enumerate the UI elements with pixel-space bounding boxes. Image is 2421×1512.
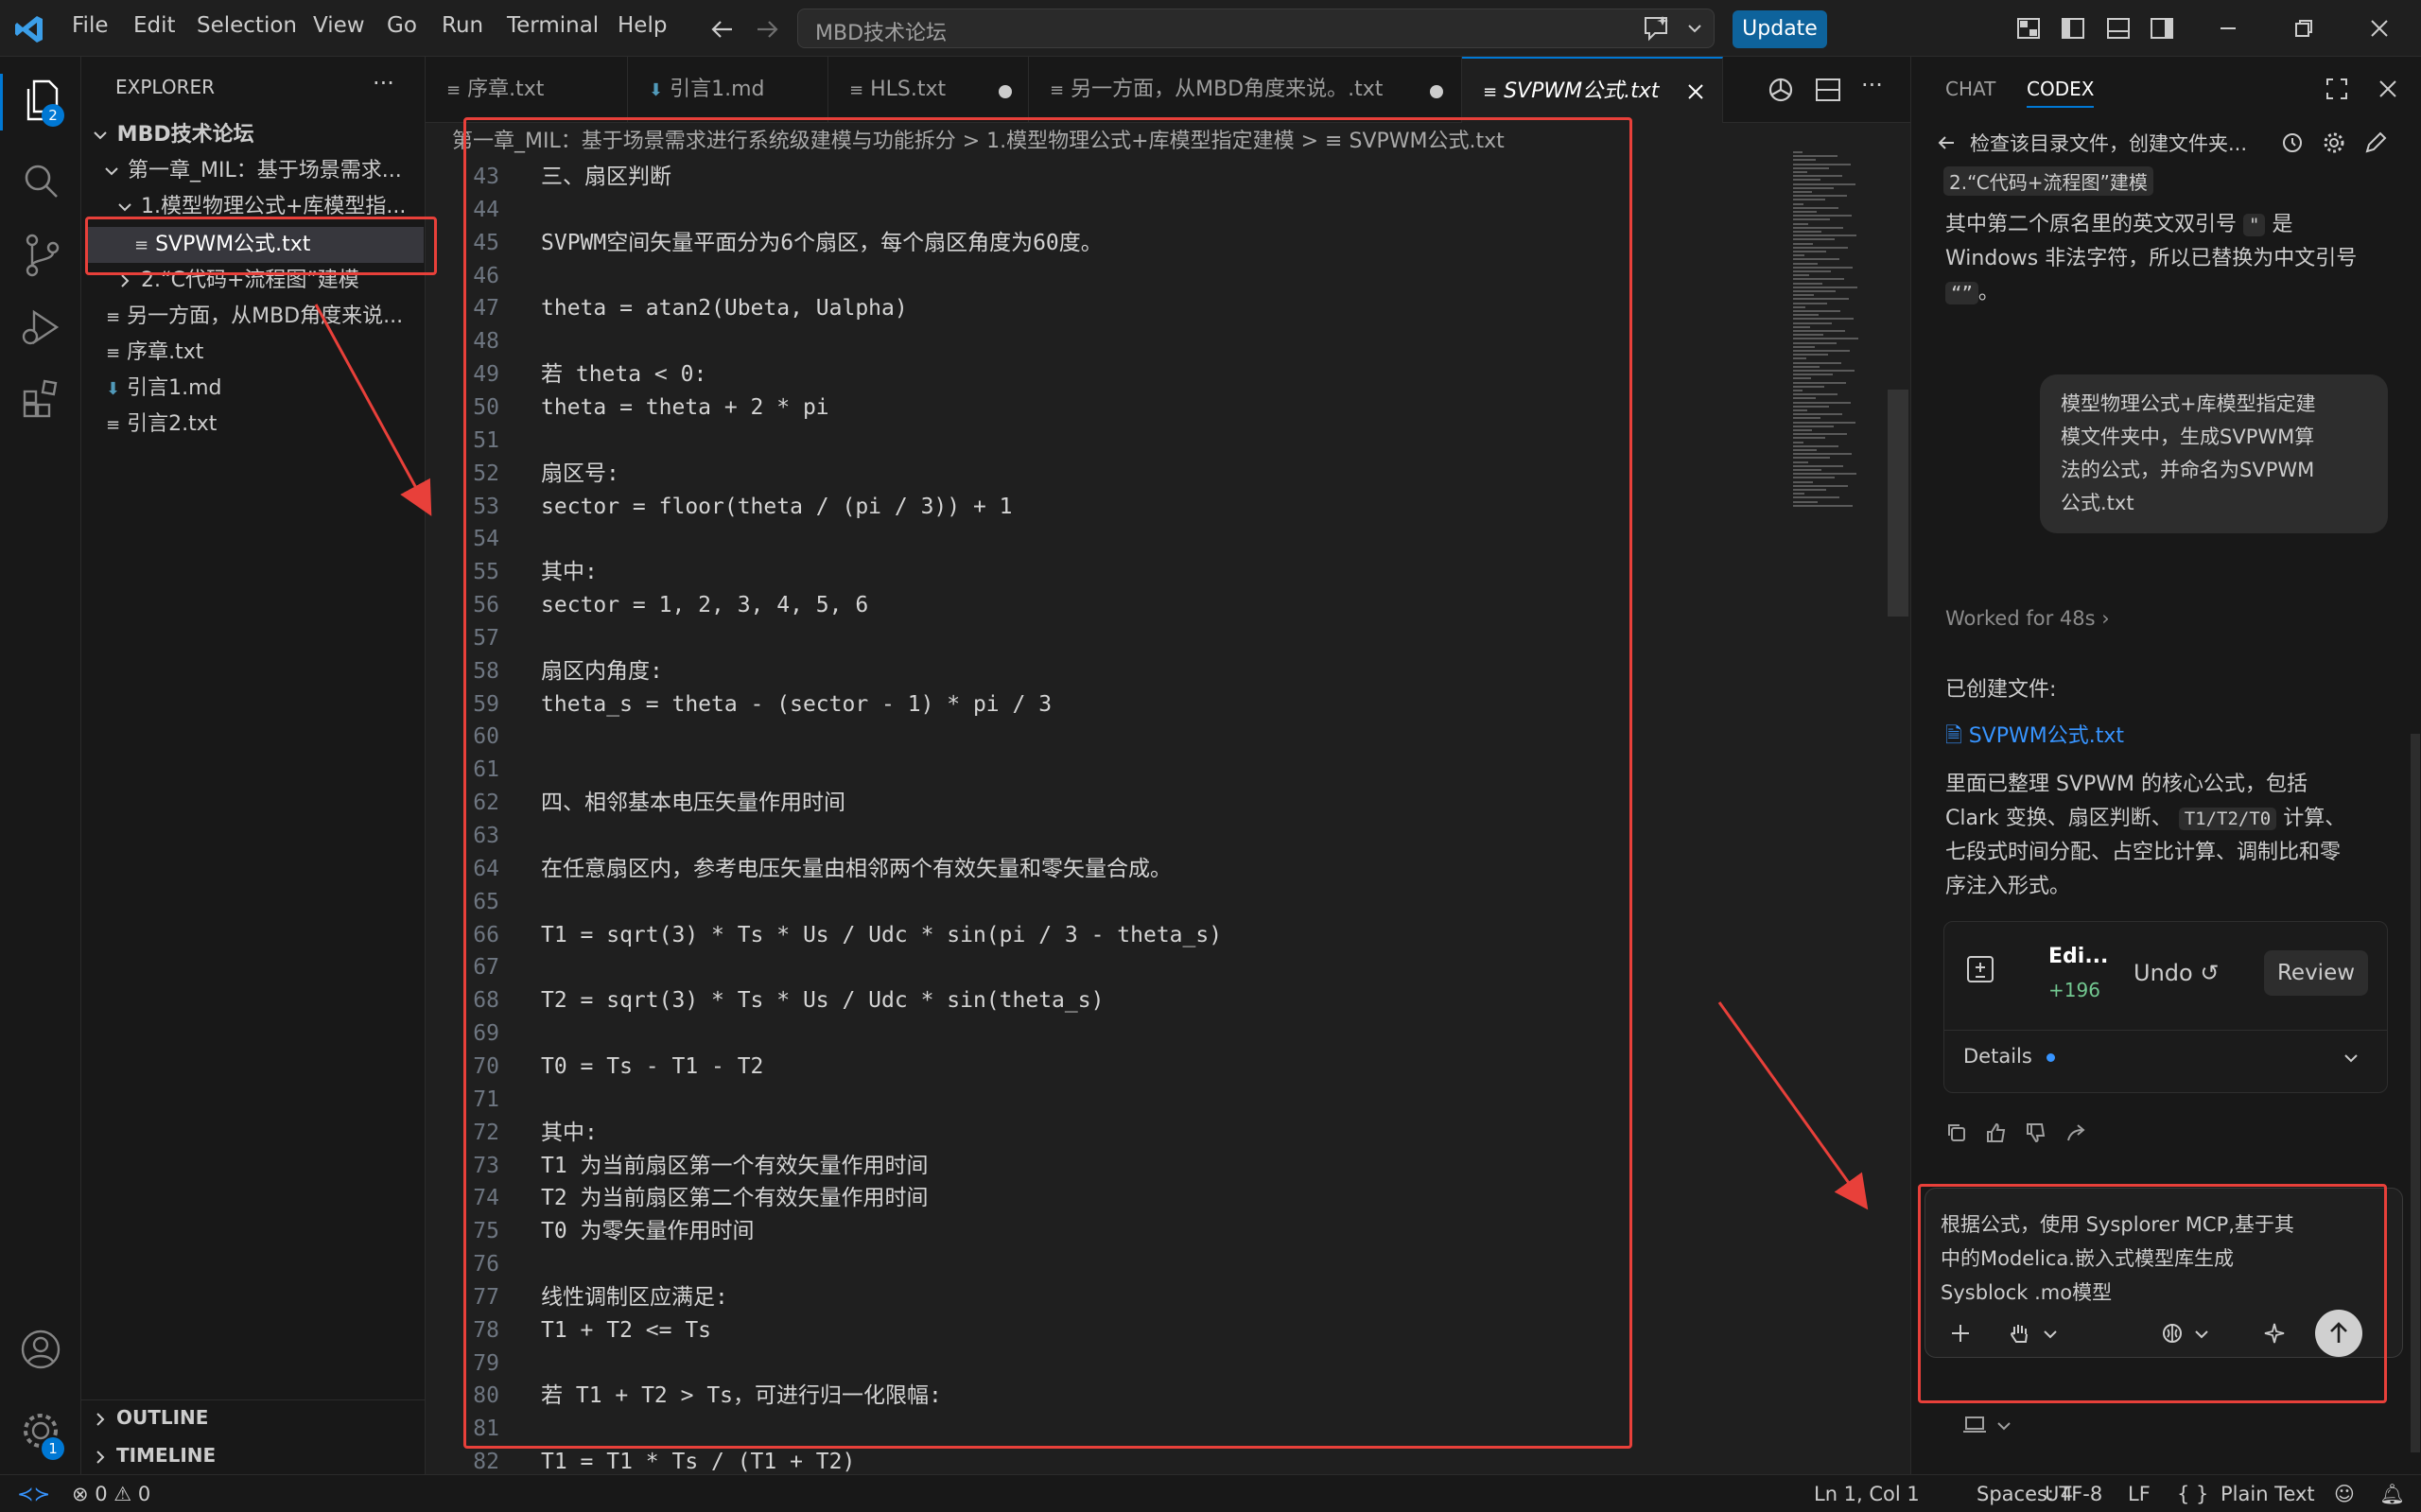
annotation-arrows <box>314 304 1869 1210</box>
vscode-window: File Edit Selection View Go Run Terminal… <box>0 0 2421 1512</box>
